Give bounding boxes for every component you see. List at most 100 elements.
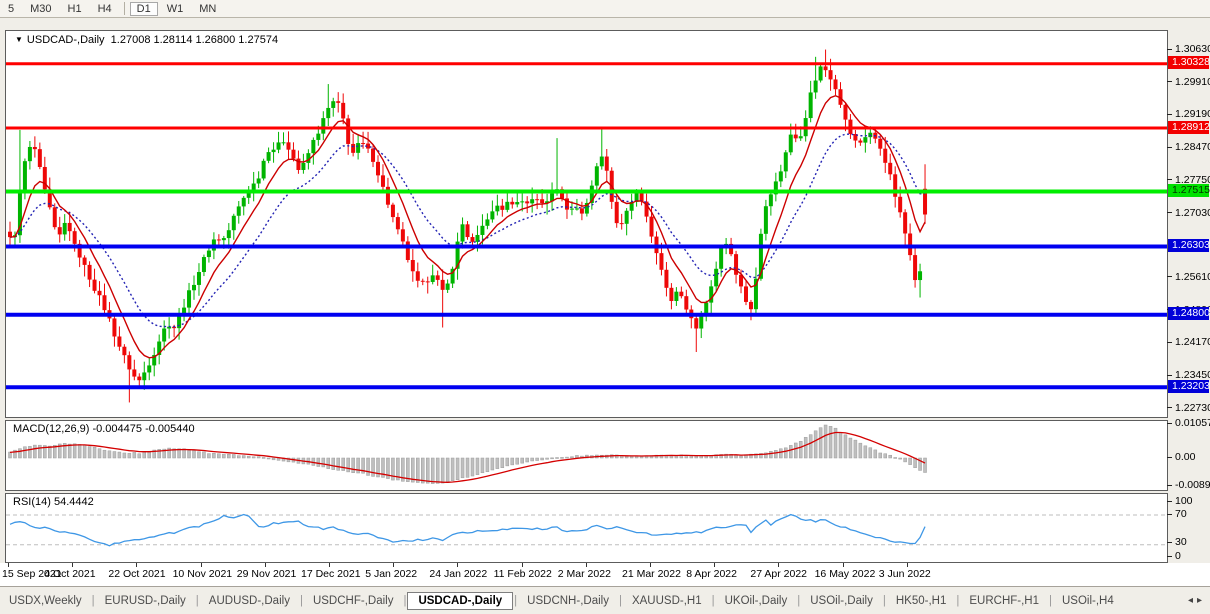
date-tick	[586, 563, 587, 567]
mt4-window: { "toolbar": { "separator_after_index": …	[0, 0, 1210, 614]
chart-ohlc-values: 1.27008 1.28114 1.26800 1.27574	[111, 34, 278, 46]
tab-separator: |	[92, 595, 95, 607]
tab-usoil-h4[interactable]: USOil-,H4	[1053, 592, 1123, 610]
time-axis[interactable]: 15 Sep 20214 Oct 202122 Oct 202110 Nov 2…	[0, 563, 1210, 587]
chart-tab-bar: USDX,Weekly|EURUSD-,Daily|AUDUSD-,Daily|…	[0, 587, 1210, 614]
timeframe-button-5[interactable]: 5	[1, 2, 21, 16]
date-label: 17 Dec 2021	[301, 568, 361, 580]
axis-tick	[1167, 276, 1172, 277]
tab-separator: |	[196, 595, 199, 607]
tab-scroll-left-icon[interactable]: ◂	[1188, 595, 1197, 606]
axis-tick	[1167, 407, 1172, 408]
axis-tick	[1167, 212, 1172, 213]
rsi-tick-label: 0	[1175, 550, 1181, 562]
tab-eurusd-daily[interactable]: EURUSD-,Daily	[96, 592, 195, 610]
price-level-badge: 1.28912	[1168, 121, 1209, 134]
date-tick	[72, 563, 73, 567]
price-level-badge: 1.27515	[1168, 184, 1209, 197]
timeframe-button-h4[interactable]: H4	[91, 2, 119, 16]
tab-usdcnh-daily[interactable]: USDCNH-,Daily	[518, 592, 618, 610]
tab-audusd-daily[interactable]: AUDUSD-,Daily	[200, 592, 299, 610]
date-tick	[457, 563, 458, 567]
tab-separator: |	[1049, 595, 1052, 607]
price-level-badge: 1.26303	[1168, 239, 1209, 252]
tab-hk50-h1[interactable]: HK50-,H1	[887, 592, 956, 610]
price-tick-label: 1.25610	[1175, 271, 1210, 283]
date-label: 16 May 2022	[815, 568, 876, 580]
tab-separator: |	[712, 595, 715, 607]
rsi-indicator-panel[interactable]: RSI(14) 54.4442	[5, 493, 1168, 563]
rsi-plot[interactable]	[6, 494, 1167, 562]
chart-dropdown-icon[interactable]: ▼	[15, 35, 23, 44]
axis-tick	[1167, 542, 1172, 543]
date-label: 24 Jan 2022	[429, 568, 487, 580]
timeframe-toolbar: 5M30H1H4 D1W1MN	[0, 0, 1210, 18]
axis-tick	[1167, 556, 1172, 557]
price-axis[interactable]: 1.306301.299101.291901.284701.277501.270…	[1167, 0, 1210, 614]
axis-tick	[1167, 342, 1172, 343]
price-tick-label: 1.28470	[1175, 141, 1210, 153]
axis-tick	[1167, 179, 1172, 180]
date-label: 22 Oct 2021	[108, 568, 165, 580]
chart-symbol-label: USDCAD-,Daily	[27, 34, 105, 46]
tab-separator: |	[514, 595, 517, 607]
date-tick	[714, 563, 715, 567]
timeframe-button-mn[interactable]: MN	[192, 2, 223, 16]
toolbar-separator	[124, 2, 125, 15]
date-tick	[522, 563, 523, 567]
date-label: 2 Mar 2022	[558, 568, 611, 580]
tab-usdcad-daily[interactable]: USDCAD-,Daily	[407, 592, 513, 610]
date-label: 21 Mar 2022	[622, 568, 681, 580]
date-tick	[265, 563, 266, 567]
tab-eurchf-h1[interactable]: EURCHF-,H1	[960, 592, 1048, 610]
price-tick-label: 1.30630	[1175, 43, 1210, 55]
tab-ukoil-daily[interactable]: UKOil-,Daily	[716, 592, 797, 610]
rsi-tick-label: 100	[1175, 495, 1193, 507]
tab-separator: |	[619, 595, 622, 607]
timeframe-button-h1[interactable]: H1	[61, 2, 89, 16]
tab-scroll-right-icon[interactable]: ▸	[1197, 595, 1206, 606]
date-tick	[778, 563, 779, 567]
axis-tick	[1167, 49, 1172, 50]
date-tick	[393, 563, 394, 567]
tab-usoil-daily[interactable]: USOil-,Daily	[801, 592, 882, 610]
date-label: 10 Nov 2021	[173, 568, 233, 580]
price-chart-panel[interactable]: ▼ USDCAD-,Daily 1.27008 1.28114 1.26800 1…	[5, 30, 1168, 418]
rsi-line	[10, 515, 925, 546]
rsi-tick-label: 30	[1175, 536, 1187, 548]
date-tick	[650, 563, 651, 567]
price-level-badge: 1.23203	[1168, 380, 1209, 393]
macd-label: MACD(12,26,9) -0.004475 -0.005440	[13, 423, 195, 435]
macd-indicator-panel[interactable]: MACD(12,26,9) -0.004475 -0.005440	[5, 420, 1168, 491]
axis-tick	[1167, 501, 1172, 502]
axis-tick	[1167, 485, 1172, 486]
date-label: 27 Apr 2022	[750, 568, 807, 580]
candlestick-chart[interactable]	[6, 31, 1167, 417]
timeframe-button-m30[interactable]: M30	[23, 2, 58, 16]
timeframe-button-w1[interactable]: W1	[160, 2, 191, 16]
tab-usdchf-daily[interactable]: USDCHF-,Daily	[304, 592, 403, 610]
date-tick	[136, 563, 137, 567]
axis-tick	[1167, 457, 1172, 458]
tab-separator: |	[883, 595, 886, 607]
tab-separator: |	[797, 595, 800, 607]
tab-separator: |	[956, 595, 959, 607]
date-label: 5 Jan 2022	[365, 568, 417, 580]
date-label: 8 Apr 2022	[686, 568, 737, 580]
rsi-tick-label: 70	[1175, 508, 1187, 520]
tab-scroll-arrows: ◂▸	[1188, 595, 1206, 606]
tab-separator: |	[403, 595, 406, 607]
macd-tick-label: 0.00	[1175, 451, 1195, 463]
date-tick	[843, 563, 844, 567]
axis-tick	[1167, 375, 1172, 376]
timeframe-button-d1[interactable]: D1	[130, 2, 158, 16]
price-tick-label: 1.27030	[1175, 207, 1210, 219]
tab-xauusd-h1[interactable]: XAUUSD-,H1	[623, 592, 711, 610]
price-tick-label: 1.24170	[1175, 336, 1210, 348]
macd-tick-label: 0.010578	[1175, 417, 1210, 429]
tab-usdx-weekly[interactable]: USDX,Weekly	[0, 592, 91, 610]
axis-tick	[1167, 147, 1172, 148]
date-label: 29 Nov 2021	[237, 568, 297, 580]
price-tick-label: 1.22730	[1175, 402, 1210, 414]
date-label: 4 Oct 2021	[44, 568, 95, 580]
